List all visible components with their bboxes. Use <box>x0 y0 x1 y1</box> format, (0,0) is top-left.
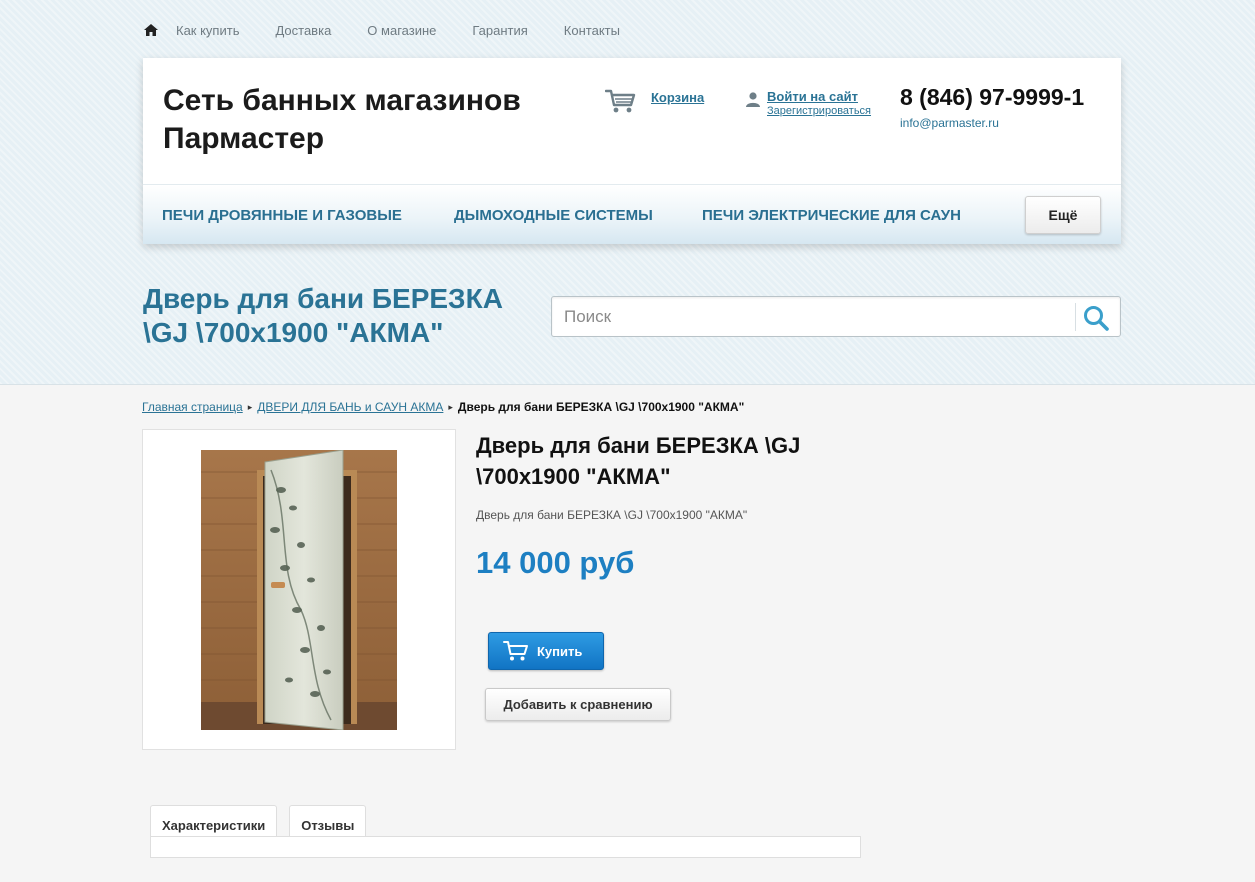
phone-number: 8 (846) 97-9999-1 <box>900 84 1085 110</box>
page-title: Дверь для бани БЕРЕЗКА \GJ \700x1900 "АК… <box>143 283 503 348</box>
product-price: 14 000 руб <box>476 545 635 580</box>
breadcrumb-current: Дверь для бани БЕРЕЗКА \GJ \700x1900 "АК… <box>457 400 745 414</box>
topnav-link-about[interactable]: О магазине <box>367 23 436 38</box>
breadcrumb: Главная страница ▸ ДВЕРИ ДЛЯ БАНЬ и САУН… <box>142 400 744 414</box>
login-link[interactable]: Войти на сайт <box>767 89 858 104</box>
tab-panel <box>150 836 861 858</box>
topnav-link-warranty[interactable]: Гарантия <box>472 23 527 38</box>
product-image[interactable] <box>201 450 397 730</box>
add-to-compare-button[interactable]: Добавить к сравнению <box>485 688 671 721</box>
menu-item-chimney-systems[interactable]: ДЫМОХОДНЫЕ СИСТЕМЫ <box>454 207 653 224</box>
buy-button-label: Купить <box>537 643 583 659</box>
cart-block[interactable]: Корзина <box>605 88 704 114</box>
site-header: Сеть банных магазинов Пармастер Корзина … <box>143 58 1121 244</box>
breadcrumb-separator-icon: ▸ <box>247 401 253 412</box>
register-link[interactable]: Зарегистрироваться <box>767 105 871 117</box>
home-icon[interactable] <box>143 23 159 37</box>
email-link[interactable]: info@parmaster.ru <box>900 116 999 130</box>
tab-reviews[interactable]: Отзывы <box>289 805 367 837</box>
cart-icon[interactable] <box>605 88 637 114</box>
breadcrumb-home[interactable]: Главная страница <box>142 400 243 414</box>
breadcrumb-separator-icon: ▸ <box>448 401 453 412</box>
product-tabs: Характеристики Отзывы <box>150 805 378 837</box>
search-icon[interactable] <box>1082 304 1110 332</box>
buy-button[interactable]: Купить <box>488 632 604 670</box>
topnav-link-delivery[interactable]: Доставка <box>275 23 331 38</box>
topnav-link-contacts[interactable]: Контакты <box>564 23 620 38</box>
search-input[interactable] <box>552 297 1074 336</box>
topnav-link-how-to-buy[interactable]: Как купить <box>176 23 239 38</box>
search-box <box>551 296 1121 337</box>
main-menu: ПЕЧИ ДРОВЯННЫЕ И ГАЗОВЫЕ ДЫМОХОДНЫЕ СИСТ… <box>143 184 1121 244</box>
cart-link[interactable]: Корзина <box>651 90 704 114</box>
breadcrumb-category[interactable]: ДВЕРИ ДЛЯ БАНЬ и САУН АКМА <box>257 400 443 414</box>
search-divider <box>1075 303 1076 331</box>
product-name: Дверь для бани БЕРЕЗКА \GJ \700x1900 "АК… <box>476 433 801 489</box>
tab-characteristics[interactable]: Характеристики <box>150 805 278 837</box>
top-navigation: Как купить Доставка О магазине Гарантия … <box>143 20 656 40</box>
product-description: Дверь для бани БЕРЕЗКА \GJ \700x1900 "АК… <box>476 508 748 522</box>
menu-item-wood-gas-stoves[interactable]: ПЕЧИ ДРОВЯННЫЕ И ГАЗОВЫЕ <box>162 207 402 224</box>
menu-item-electric-sauna-stoves[interactable]: ПЕЧИ ЭЛЕКТРИЧЕСКИЕ ДЛЯ САУН <box>702 207 961 224</box>
user-icon <box>746 92 760 107</box>
cart-icon <box>503 641 528 661</box>
menu-more-button[interactable]: Ещё <box>1025 196 1101 234</box>
product-photo-frame <box>142 429 456 750</box>
site-title[interactable]: Сеть банных магазинов Пармастер <box>163 82 583 158</box>
